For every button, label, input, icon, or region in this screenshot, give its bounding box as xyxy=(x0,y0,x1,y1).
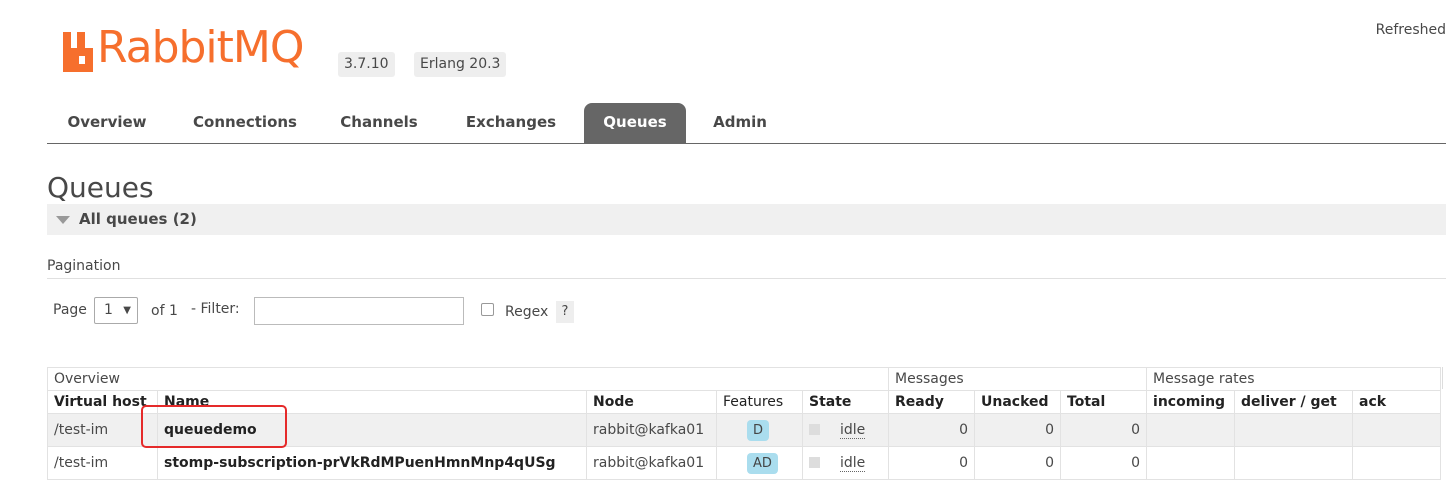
tab-channels[interactable]: Channels xyxy=(323,103,435,143)
column-header-ready[interactable]: Ready xyxy=(888,390,976,414)
cell-vhost: /test-im xyxy=(47,446,158,480)
cell-node: rabbit@kafka01 xyxy=(586,446,717,480)
tab-overview[interactable]: Overview xyxy=(47,103,167,143)
cell-ack xyxy=(1352,446,1442,480)
column-header-state[interactable]: State xyxy=(801,390,890,414)
page-label: Page xyxy=(53,302,87,318)
version-badge: 3.7.10 xyxy=(338,52,395,77)
column-resize-handle xyxy=(1442,367,1446,389)
regex-checkbox[interactable] xyxy=(481,303,494,316)
column-header-incoming[interactable]: incoming xyxy=(1146,390,1236,414)
group-header-overview: Overview xyxy=(46,367,890,391)
cell-features: D xyxy=(716,413,803,447)
rabbitmq-logo-icon xyxy=(63,32,93,72)
page-count: of 1 xyxy=(151,303,178,319)
state-text: idle xyxy=(840,455,866,472)
cell-state: idle xyxy=(801,446,890,480)
cell-deliver-get xyxy=(1234,446,1354,480)
tab-admin[interactable]: Admin xyxy=(696,103,784,143)
column-header-unacked[interactable]: Unacked xyxy=(974,390,1062,414)
erlang-badge: Erlang 20.3 xyxy=(414,52,507,77)
cell-deliver-get xyxy=(1234,413,1354,447)
column-header-ack[interactable]: ack xyxy=(1352,390,1442,414)
page-select-value: 1 xyxy=(104,302,113,318)
state-indicator-icon xyxy=(809,457,820,468)
cell-incoming xyxy=(1146,413,1236,447)
refreshed-status: Refreshed xyxy=(1375,22,1446,38)
cell-ack xyxy=(1352,413,1442,447)
divider xyxy=(47,278,1446,279)
page-title: Queues xyxy=(47,171,154,204)
state-indicator-icon xyxy=(809,424,820,435)
pagination-label: Pagination xyxy=(47,258,121,274)
group-header-messages: Messages xyxy=(888,367,1148,391)
cell-features: AD xyxy=(716,446,803,480)
feature-badge: AD xyxy=(747,452,778,474)
regex-label: Regex xyxy=(505,304,549,320)
page-select[interactable]: 1 ▼ xyxy=(94,297,138,324)
column-header-total[interactable]: Total xyxy=(1060,390,1148,414)
logo-text: RabbitMQ xyxy=(97,22,304,73)
cell-unacked: 0 xyxy=(974,413,1062,447)
queue-name-link[interactable]: stomp-subscription-prVkRdMPuenHmnMnp4qUS… xyxy=(157,446,587,480)
cell-ready: 0 xyxy=(888,413,976,447)
cell-incoming xyxy=(1146,446,1236,480)
cell-state: idle xyxy=(801,413,890,447)
filter-label: - Filter: xyxy=(191,301,240,317)
all-queues-section-toggle[interactable]: All queues (2) xyxy=(47,204,1446,235)
highlight-box xyxy=(141,405,287,448)
column-header-node[interactable]: Node xyxy=(586,390,717,414)
tab-connections[interactable]: Connections xyxy=(177,103,313,143)
cell-unacked: 0 xyxy=(974,446,1062,480)
cell-total: 0 xyxy=(1060,446,1148,480)
filter-input[interactable] xyxy=(254,297,464,325)
chevron-down-icon: ▼ xyxy=(123,305,131,316)
cell-node: rabbit@kafka01 xyxy=(586,413,717,447)
column-header-deliver-get[interactable]: deliver / get xyxy=(1234,390,1354,414)
regex-help-button[interactable]: ? xyxy=(556,301,574,323)
main-nav-tabs: Overview Connections Channels Exchanges … xyxy=(47,103,1446,144)
tab-queues[interactable]: Queues xyxy=(584,103,686,143)
cell-total: 0 xyxy=(1060,413,1148,447)
cell-ready: 0 xyxy=(888,446,976,480)
collapse-arrow-icon xyxy=(56,216,70,224)
tab-exchanges[interactable]: Exchanges xyxy=(445,103,577,143)
state-text: idle xyxy=(840,422,866,439)
column-header-features: Features xyxy=(716,390,803,414)
table-row: /test-im stomp-subscription-prVkRdMPuenH… xyxy=(47,446,1442,480)
feature-badge: D xyxy=(747,419,770,441)
group-header-message-rates: Message rates xyxy=(1146,367,1442,391)
section-label: All queues (2) xyxy=(79,210,197,228)
